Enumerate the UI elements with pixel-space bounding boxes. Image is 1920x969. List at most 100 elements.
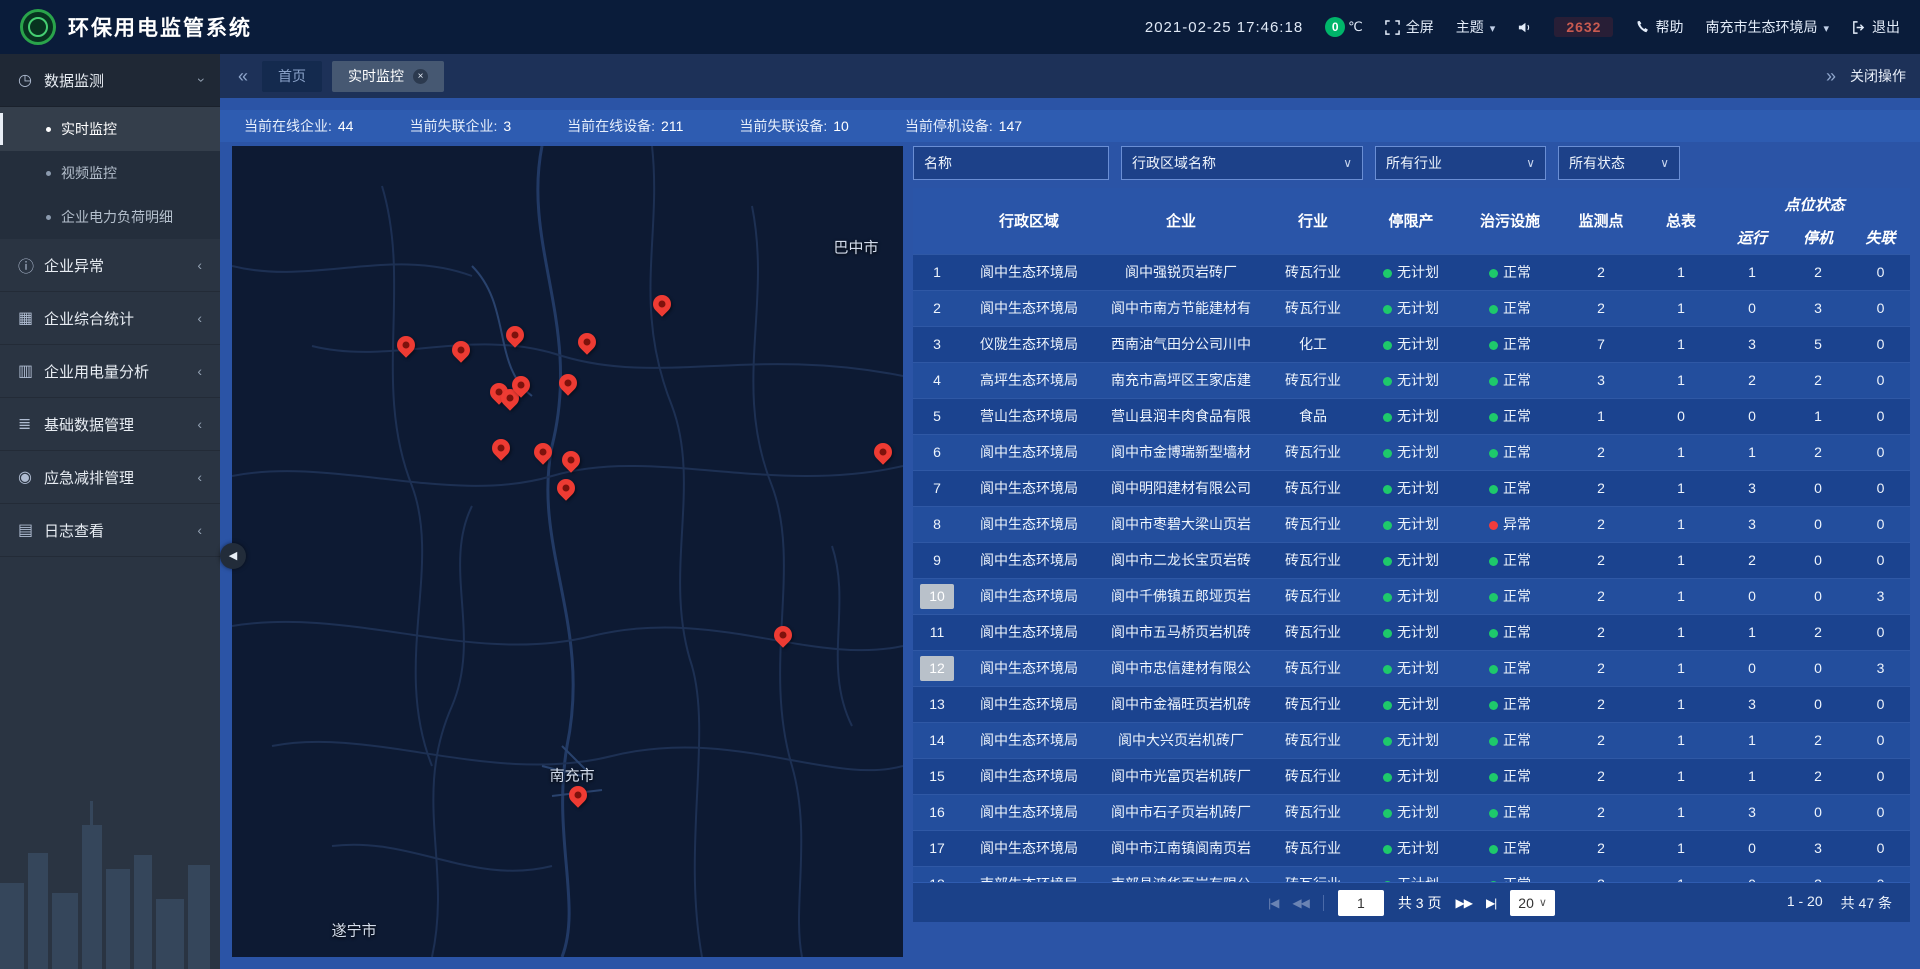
table-row[interactable]: 13阆中生态环境局阆中市金福旺页岩机砖砖瓦行业无计划正常21300	[913, 686, 1910, 722]
cell-limit: 无计划	[1361, 686, 1461, 722]
cell-run: 3	[1719, 326, 1785, 362]
cell-company: 阆中市金福旺页岩机砖	[1097, 686, 1265, 722]
map-pin[interactable]	[534, 443, 552, 469]
sidebar-item-data-monitoring[interactable]: ◷数据监测‹	[0, 54, 220, 107]
status-select[interactable]: 所有状态	[1558, 146, 1680, 180]
tab-realtime-monitor[interactable]: 实时监控	[332, 61, 444, 92]
theme-dropdown[interactable]: 主题	[1456, 17, 1496, 37]
tabs-scroll-left-button[interactable]: «	[234, 66, 252, 87]
name-search-input[interactable]	[913, 146, 1109, 180]
close-operations-button[interactable]: 关闭操作	[1850, 66, 1906, 86]
table-row[interactable]: 18南部生态环境局南部县鸿华页岩有限公砖瓦行业无计划正常21030	[913, 866, 1910, 882]
sidebar-subitem-power-load-detail[interactable]: 企业电力负荷明细	[0, 195, 220, 239]
sidebar-item-base-data-management[interactable]: ≣基础数据管理‹	[0, 398, 220, 451]
cell-index: 16	[913, 794, 961, 830]
cell-lost: 0	[1851, 866, 1910, 882]
help-button[interactable]: 帮助	[1635, 17, 1683, 37]
cell-run: 1	[1719, 254, 1785, 290]
sidebar-item-company-abnormal[interactable]: ⓘ企业异常‹	[0, 239, 220, 292]
cell-lost: 0	[1851, 542, 1910, 578]
next-page-button[interactable]: ▶▶	[1455, 896, 1471, 910]
cell-index: 17	[913, 830, 961, 866]
table-row[interactable]: 8阆中生态环境局阆中市枣碧大梁山页岩砖瓦行业无计划异常21300	[913, 506, 1910, 542]
region-select-value: 行政区域名称	[1132, 153, 1216, 173]
status-dot-green	[1383, 485, 1392, 494]
table-row[interactable]: 14阆中生态环境局阆中大兴页岩机砖厂砖瓦行业无计划正常21120	[913, 722, 1910, 758]
sidebar-item-company-statistics[interactable]: ▦企业综合统计‹	[0, 292, 220, 345]
table-row[interactable]: 4高坪生态环境局南充市高坪区王家店建砖瓦行业无计划正常31220	[913, 362, 1910, 398]
map-pin[interactable]	[559, 374, 577, 400]
map-pin[interactable]	[512, 376, 530, 402]
table-row[interactable]: 17阆中生态环境局阆中市江南镇阆南页岩砖瓦行业无计划正常21030	[913, 830, 1910, 866]
region-select[interactable]: 行政区域名称	[1121, 146, 1363, 180]
map-pin[interactable]	[874, 443, 892, 469]
cell-lost: 0	[1851, 614, 1910, 650]
fullscreen-icon	[1385, 20, 1400, 35]
sidebar-item-power-usage-analysis[interactable]: ▥企业用电量分析‹	[0, 345, 220, 398]
cell-company: 阆中市南方节能建材有	[1097, 290, 1265, 326]
map-pin[interactable]	[557, 479, 575, 505]
page-size-select[interactable]: 20	[1510, 890, 1555, 916]
sidebar-item-log-view[interactable]: ▤日志查看‹	[0, 504, 220, 557]
map-pin[interactable]	[452, 341, 470, 367]
prev-page-button[interactable]: ◀◀	[1292, 896, 1308, 910]
table-row[interactable]: 3仪陇生态环境局西南油气田分公司川中化工无计划正常71350	[913, 326, 1910, 362]
cell-stop: 2	[1785, 722, 1851, 758]
org-dropdown[interactable]: 南充市生态环境局	[1705, 17, 1829, 37]
announcement-button[interactable]	[1517, 20, 1532, 35]
close-icon[interactable]	[413, 69, 428, 84]
sidebar-item-label: 基础数据管理	[44, 414, 197, 435]
pagination-bar: |◀ ◀◀ 共 3 页 ▶▶ ▶| 20 1 - 20 共	[913, 882, 1910, 922]
map-pin[interactable]	[562, 451, 580, 477]
table-row[interactable]: 7阆中生态环境局阆中明阳建材有限公司砖瓦行业无计划正常21300	[913, 470, 1910, 506]
status-dot-green	[1383, 773, 1392, 782]
table-row[interactable]: 12阆中生态环境局阆中市忠信建材有限公砖瓦行业无计划正常21003	[913, 650, 1910, 686]
table-row[interactable]: 15阆中生态环境局阆中市光富页岩机砖厂砖瓦行业无计划正常21120	[913, 758, 1910, 794]
cell-stop: 0	[1785, 542, 1851, 578]
table-row[interactable]: 2阆中生态环境局阆中市南方节能建材有砖瓦行业无计划正常21030	[913, 290, 1910, 326]
map-pin[interactable]	[397, 336, 415, 362]
filter-row: 行政区域名称 所有行业 所有状态	[913, 146, 1910, 180]
map-pin[interactable]	[774, 626, 792, 652]
table-row[interactable]: 10阆中生态环境局阆中千佛镇五郎垭页岩砖瓦行业无计划正常21003	[913, 578, 1910, 614]
cell-meters: 1	[1643, 686, 1719, 722]
alert-icon: ◉	[18, 467, 44, 487]
bullet-icon	[46, 171, 51, 176]
table-row[interactable]: 9阆中生态环境局阆中市二龙长宝页岩砖砖瓦行业无计划正常21200	[913, 542, 1910, 578]
map-pin[interactable]	[578, 333, 596, 359]
map-panel[interactable]: 巴中市南充市遂宁市	[232, 146, 903, 957]
help-label: 帮助	[1655, 17, 1683, 37]
fullscreen-button[interactable]: 全屏	[1385, 17, 1434, 37]
tabs-scroll-right-button[interactable]: »	[1822, 66, 1840, 87]
first-page-button[interactable]: |◀	[1268, 896, 1278, 910]
industry-select[interactable]: 所有行业	[1375, 146, 1546, 180]
sidebar-subitem-video-monitor[interactable]: 视频监控	[0, 151, 220, 195]
table-row[interactable]: 5营山生态环境局营山县润丰肉食品有限食品无计划正常10010	[913, 398, 1910, 434]
map-pin[interactable]	[506, 326, 524, 352]
cell-company: 阆中市枣碧大梁山页岩	[1097, 506, 1265, 542]
table-row[interactable]: 6阆中生态环境局阆中市金博瑞新型墙材砖瓦行业无计划正常21120	[913, 434, 1910, 470]
divider	[1323, 895, 1324, 911]
stats-bar: 当前在线企业:44当前失联企业:3当前在线设备:211当前失联设备:10当前停机…	[220, 110, 1920, 142]
cell-lost: 0	[1851, 290, 1910, 326]
cell-industry: 砖瓦行业	[1265, 290, 1361, 326]
cell-lost: 0	[1851, 434, 1910, 470]
tab-bar-right: » 关闭操作	[1822, 66, 1906, 87]
page-number-input[interactable]	[1338, 890, 1384, 916]
cell-points: 2	[1559, 866, 1643, 882]
table-row[interactable]: 1阆中生态环境局阆中强锐页岩砖厂砖瓦行业无计划正常21120	[913, 254, 1910, 290]
last-page-button[interactable]: ▶|	[1486, 896, 1496, 910]
sidebar-collapse-button[interactable]: ◀	[220, 543, 246, 569]
logout-button[interactable]: 退出	[1851, 17, 1900, 37]
notification-count-badge[interactable]: 2632	[1554, 17, 1613, 37]
sidebar-item-emergency-reduction[interactable]: ◉应急减排管理‹	[0, 451, 220, 504]
map-pin[interactable]	[653, 295, 671, 321]
status-dot-green	[1383, 629, 1392, 638]
tab-home[interactable]: 首页	[262, 61, 322, 92]
sidebar-subitem-realtime-monitor[interactable]: 实时监控	[0, 107, 220, 151]
map-pin[interactable]	[569, 786, 587, 812]
table-row[interactable]: 16阆中生态环境局阆中市石子页岩机砖厂砖瓦行业无计划正常21300	[913, 794, 1910, 830]
cell-index: 2	[913, 290, 961, 326]
map-pin[interactable]	[492, 439, 510, 465]
table-row[interactable]: 11阆中生态环境局阆中市五马桥页岩机砖砖瓦行业无计划正常21120	[913, 614, 1910, 650]
